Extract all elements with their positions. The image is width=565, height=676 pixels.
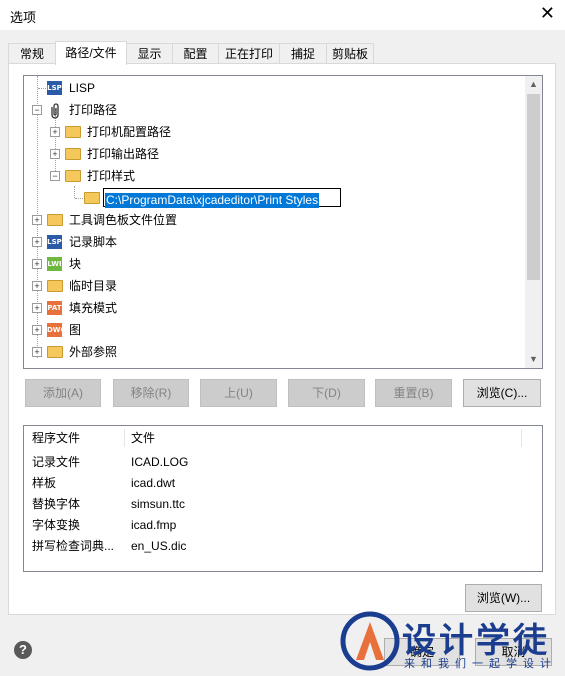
expand-icon[interactable]: + (32, 303, 42, 313)
tab-general[interactable]: 常规 (8, 43, 56, 63)
tree-item-label: 打印样式 (87, 169, 136, 183)
tree-item-label: 记录脚本 (69, 235, 118, 249)
tree-item-label: 打印输出路径 (87, 147, 160, 161)
tree-item-xrefs[interactable]: + 外部参照 (24, 342, 514, 362)
expand-icon[interactable]: + (32, 259, 42, 269)
expand-icon[interactable]: + (32, 237, 42, 247)
tree-item-label: 外部参照 (69, 345, 118, 359)
watermark-logo: 设计学徒 来和我们一起学设计 (340, 605, 565, 676)
expand-icon[interactable]: + (32, 215, 42, 225)
tree-item-log-script[interactable]: + LSP 记录脚本 (24, 232, 514, 252)
path-edit-input[interactable]: C:\ProgramData\xjcadeditor\Print Styles (103, 188, 341, 208)
tab-paths-files[interactable]: 路径/文件 (55, 41, 127, 65)
browse-button[interactable]: 浏览(C)... (463, 379, 541, 407)
logo-emblem-icon (340, 611, 400, 671)
folder-icon (47, 214, 63, 226)
tree-item-label: 打印机配置路径 (87, 125, 172, 139)
tree-item-print-paths[interactable]: − 打印路径 (24, 100, 514, 120)
folder-icon (47, 346, 63, 358)
tree-item-label: LISP (69, 81, 96, 95)
tree-item-print-output-path[interactable]: + 打印输出路径 (24, 144, 514, 164)
tree-item-label: 图 (69, 323, 82, 337)
expand-icon[interactable]: + (50, 149, 60, 159)
tree-item-label: 工具调色板文件位置 (69, 213, 178, 227)
folder-icon (84, 192, 100, 204)
path-tree[interactable]: LSP LISP − 打印路径 + 打印机配置路径 + 打印输出路径 − 打印样… (23, 75, 543, 369)
tree-item-blocks[interactable]: + LWI 块 (24, 254, 514, 274)
tab-profiles[interactable]: 配置 (172, 43, 219, 63)
list-item-file[interactable]: icad.fmp (131, 515, 176, 535)
pat-icon: PAT (47, 301, 62, 315)
watermark-subtitle: 来和我们一起学设计 (404, 658, 557, 670)
list-item-name[interactable]: 记录文件 (32, 452, 80, 472)
list-item-name[interactable]: 替换字体 (32, 494, 80, 514)
move-up-button[interactable]: 上(U) (200, 379, 277, 407)
lsp-icon: LSP (47, 235, 62, 249)
tree-item-temp-directory[interactable]: + 临时目录 (24, 276, 514, 296)
paperclip-icon (48, 103, 64, 119)
expand-icon[interactable]: + (32, 347, 42, 357)
window-title: 选项 (10, 10, 37, 25)
tree-item-hatch-patterns[interactable]: + PAT 填充模式 (24, 298, 514, 318)
tree-scrollbar[interactable]: ▲ ▼ (525, 76, 542, 368)
lsp-icon: LSP (47, 81, 62, 95)
tab-snap[interactable]: 捕捉 (279, 43, 327, 63)
scroll-thumb[interactable] (527, 94, 540, 280)
tree-item-label: 临时目录 (69, 279, 118, 293)
expand-icon[interactable]: + (32, 325, 42, 335)
remove-button[interactable]: 移除(R) (113, 379, 189, 407)
collapse-icon[interactable]: − (50, 171, 60, 181)
expand-icon[interactable]: + (50, 127, 60, 137)
scroll-down-icon[interactable]: ▼ (525, 351, 542, 368)
tree-item-print-styles-path[interactable]: C:\ProgramData\xjcadeditor\Print Styles (24, 188, 514, 208)
tab-display[interactable]: 显示 (126, 43, 173, 63)
expand-icon[interactable]: + (32, 281, 42, 291)
folder-icon (65, 148, 81, 160)
folder-open-icon (65, 170, 81, 182)
scroll-up-icon[interactable]: ▲ (525, 76, 542, 93)
folder-icon (65, 126, 81, 138)
close-icon[interactable]: ✕ (540, 4, 555, 22)
tab-printing[interactable]: 正在打印 (218, 43, 280, 63)
dwg-icon: DWG (47, 323, 66, 337)
move-down-button[interactable]: 下(D) (288, 379, 365, 407)
folder-icon (47, 280, 63, 292)
tree-item-drawings[interactable]: + DWG 图 (24, 320, 514, 340)
list-item-name[interactable]: 字体变换 (32, 515, 80, 535)
column-header-file[interactable]: 文件 (131, 426, 155, 450)
column-header-program-file[interactable]: 程序文件 (32, 426, 80, 450)
tree-item-label: 块 (69, 257, 82, 271)
list-item-file[interactable]: ICAD.LOG (131, 452, 188, 472)
collapse-icon[interactable]: − (32, 105, 42, 115)
tab-clipboard[interactable]: 剪贴板 (326, 43, 374, 63)
tree-item-label: 打印路径 (69, 103, 118, 117)
help-icon[interactable]: ? (14, 641, 32, 659)
tree-item-print-styles[interactable]: − 打印样式 (24, 166, 514, 186)
title-bar: 选项 ✕ (0, 0, 565, 30)
lwi-icon: LWI (47, 257, 62, 271)
tree-item-label: 填充模式 (69, 301, 118, 315)
list-item-name[interactable]: 样板 (32, 473, 56, 493)
reset-button[interactable]: 重置(B) (375, 379, 452, 407)
tree-item-tool-palette-location[interactable]: + 工具调色板文件位置 (24, 210, 514, 230)
list-item-name[interactable]: 拼写检查词典... (32, 536, 114, 556)
program-files-list[interactable]: 程序文件 文件 记录文件 ICAD.LOG 样板 icad.dwt 替换字体 s… (23, 425, 543, 572)
tree-item-lisp[interactable]: LSP LISP (24, 78, 514, 98)
tree-item-printer-config-path[interactable]: + 打印机配置路径 (24, 122, 514, 142)
add-button[interactable]: 添加(A) (25, 379, 101, 407)
list-item-file[interactable]: en_US.dic (131, 536, 186, 556)
list-item-file[interactable]: simsun.ttc (131, 494, 185, 514)
list-item-file[interactable]: icad.dwt (131, 473, 175, 493)
